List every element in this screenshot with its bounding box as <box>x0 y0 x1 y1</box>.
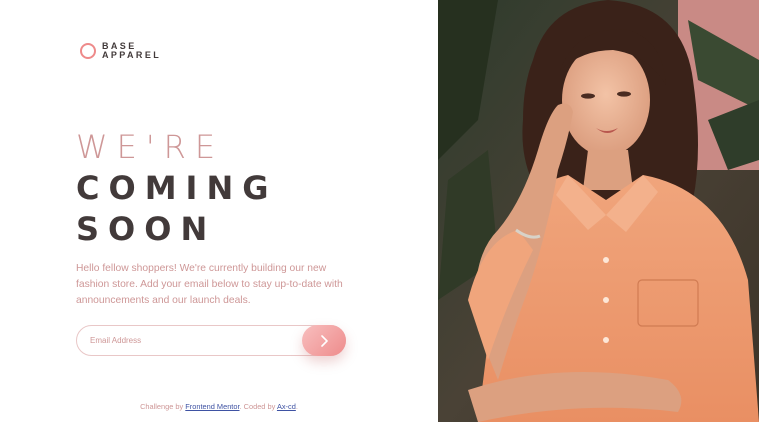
attribution-prefix: Challenge by <box>140 402 184 411</box>
logo-ring-icon <box>80 43 96 59</box>
description: Hello fellow shoppers! We're currently b… <box>76 263 343 306</box>
hero-image <box>438 0 759 422</box>
subscribe-form <box>76 325 346 357</box>
chevron-right-icon <box>320 334 328 347</box>
logo-line-2: APPAREL <box>102 50 162 60</box>
page-title: WE'RE COMING SOON <box>76 126 277 250</box>
left-panel: BASE APPAREL WE'RE COMING SOON Hello fel… <box>0 0 438 422</box>
attribution-middle: . Coded by <box>239 402 276 411</box>
submit-button[interactable] <box>302 325 346 356</box>
frontend-mentor-link[interactable]: Frontend Mentor <box>185 402 239 411</box>
logo-text: BASE APPAREL <box>102 42 161 60</box>
attribution-suffix: . <box>295 402 298 411</box>
headline-dark-1: COMING <box>76 169 278 207</box>
author-link[interactable]: Ax-cd <box>277 402 296 411</box>
woman-portrait-photo <box>438 0 759 422</box>
headline-light: WE'RE <box>76 128 225 166</box>
headline-dark-2: SOON <box>76 210 217 248</box>
attribution: Challenge by Frontend Mentor. Coded by A… <box>0 402 438 411</box>
logo[interactable]: BASE APPAREL <box>80 42 161 60</box>
